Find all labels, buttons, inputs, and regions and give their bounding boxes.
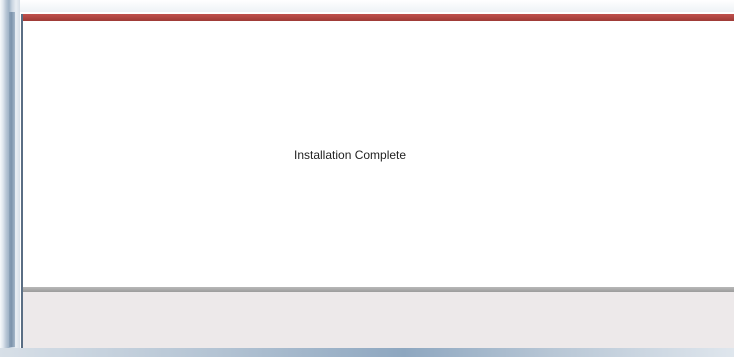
installation-status-text: Installation Complete bbox=[294, 148, 407, 162]
dialog-button-panel bbox=[23, 292, 734, 348]
dialog-content: Installation Complete bbox=[23, 21, 734, 284]
window-frame-top bbox=[0, 0, 734, 12]
window-frame-left-shadow bbox=[9, 12, 15, 347]
installer-screen: Installation Complete bbox=[0, 0, 734, 357]
installer-dialog: Installation Complete bbox=[21, 14, 734, 348]
window-frame-bottom bbox=[0, 348, 734, 357]
title-accent-bar bbox=[23, 14, 734, 21]
